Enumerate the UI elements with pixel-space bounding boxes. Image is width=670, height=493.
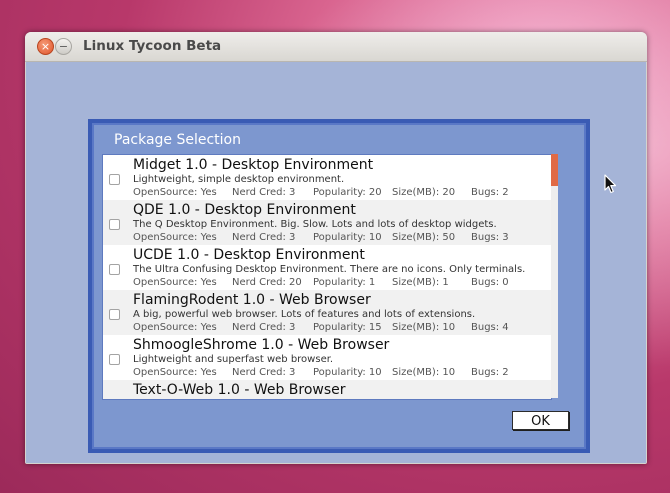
package-stat-bugs: Bugs: 4 [471, 322, 509, 333]
package-name: FlamingRodent 1.0 - Web Browser [133, 292, 371, 308]
package-stat-nerdcred: Nerd Cred: 3 [232, 367, 296, 378]
package-description: Lightweight and superfast web browser. [133, 354, 334, 365]
package-stat-opensource: OpenSource: Yes [133, 322, 217, 333]
package-stat-popularity: Popularity: 10 [313, 367, 382, 378]
package-stat-popularity: Popularity: 1 [313, 277, 376, 288]
window-content: Package Selection Midget 1.0 - Desktop E… [26, 62, 646, 463]
close-window-button[interactable]: × [37, 38, 54, 55]
package-stat-nerdcred: Nerd Cred: 3 [232, 187, 296, 198]
package-row[interactable]: FlamingRodent 1.0 - Web Browser A big, po… [103, 290, 551, 335]
package-stat-size: Size(MB): 10 [392, 367, 456, 378]
app-window: × − Linux Tycoon Beta Package Selection … [25, 32, 647, 464]
package-stat-popularity: Popularity: 10 [313, 232, 382, 243]
package-stat-bugs: Bugs: 2 [471, 367, 509, 378]
package-description: Lightweight, simple desktop environment. [133, 174, 345, 185]
package-name: QDE 1.0 - Desktop Environment [133, 202, 356, 218]
package-list[interactable]: Midget 1.0 - Desktop Environment Lightwei… [102, 154, 552, 400]
scrollbar-thumb[interactable] [551, 154, 558, 186]
package-stat-size: Size(MB): 20 [392, 187, 456, 198]
package-checkbox[interactable] [109, 399, 120, 400]
minimize-window-button[interactable]: − [55, 38, 72, 55]
package-stat-size: Size(MB): 10 [392, 322, 456, 333]
package-stat-size: Size(MB): 1 [392, 277, 449, 288]
package-selection-dialog: Package Selection Midget 1.0 - Desktop E… [88, 119, 590, 453]
package-name: Text-O-Web 1.0 - Web Browser [133, 382, 346, 398]
package-row[interactable]: UCDE 1.0 - Desktop Environment The Ultra … [103, 245, 551, 290]
ok-button[interactable]: OK [512, 411, 569, 430]
package-row[interactable]: Midget 1.0 - Desktop Environment Lightwei… [103, 155, 551, 200]
package-name: Midget 1.0 - Desktop Environment [133, 157, 374, 173]
package-stat-opensource: OpenSource: Yes [133, 232, 217, 243]
package-stat-bugs: Bugs: 2 [471, 187, 509, 198]
package-stat-bugs: Bugs: 0 [471, 277, 509, 288]
dialog-title: Package Selection [114, 132, 241, 148]
package-description: The Ultra Confusing Desktop Environment.… [133, 264, 526, 275]
package-row[interactable]: Text-O-Web 1.0 - Web Browser [103, 380, 551, 400]
package-checkbox[interactable] [109, 309, 120, 320]
package-description: A big, powerful web browser. Lots of fea… [133, 309, 476, 320]
package-stat-nerdcred: Nerd Cred: 3 [232, 232, 296, 243]
mouse-pointer-icon [604, 174, 618, 198]
package-stat-popularity: Popularity: 15 [313, 322, 382, 333]
window-titlebar[interactable]: × − Linux Tycoon Beta [25, 32, 647, 62]
package-checkbox[interactable] [109, 354, 120, 365]
package-checkbox[interactable] [109, 219, 120, 230]
package-stat-size: Size(MB): 50 [392, 232, 456, 243]
package-stat-opensource: OpenSource: Yes [133, 277, 217, 288]
package-stat-nerdcred: Nerd Cred: 3 [232, 322, 296, 333]
package-row[interactable]: ShmoogleShrome 1.0 - Web Browser Lightwei… [103, 335, 551, 380]
package-name: UCDE 1.0 - Desktop Environment [133, 247, 365, 263]
window-title: Linux Tycoon Beta [83, 38, 222, 54]
package-list-scrollbar[interactable] [551, 154, 558, 398]
package-stat-opensource: OpenSource: Yes [133, 367, 217, 378]
package-description: The Q Desktop Environment. Big. Slow. Lo… [133, 219, 497, 230]
package-row[interactable]: QDE 1.0 - Desktop Environment The Q Deskt… [103, 200, 551, 245]
package-stat-popularity: Popularity: 20 [313, 187, 382, 198]
package-stat-opensource: OpenSource: Yes [133, 187, 217, 198]
package-stat-nerdcred: Nerd Cred: 20 [232, 277, 302, 288]
package-stat-bugs: Bugs: 3 [471, 232, 509, 243]
package-checkbox[interactable] [109, 174, 120, 185]
package-name: ShmoogleShrome 1.0 - Web Browser [133, 337, 390, 353]
package-checkbox[interactable] [109, 264, 120, 275]
